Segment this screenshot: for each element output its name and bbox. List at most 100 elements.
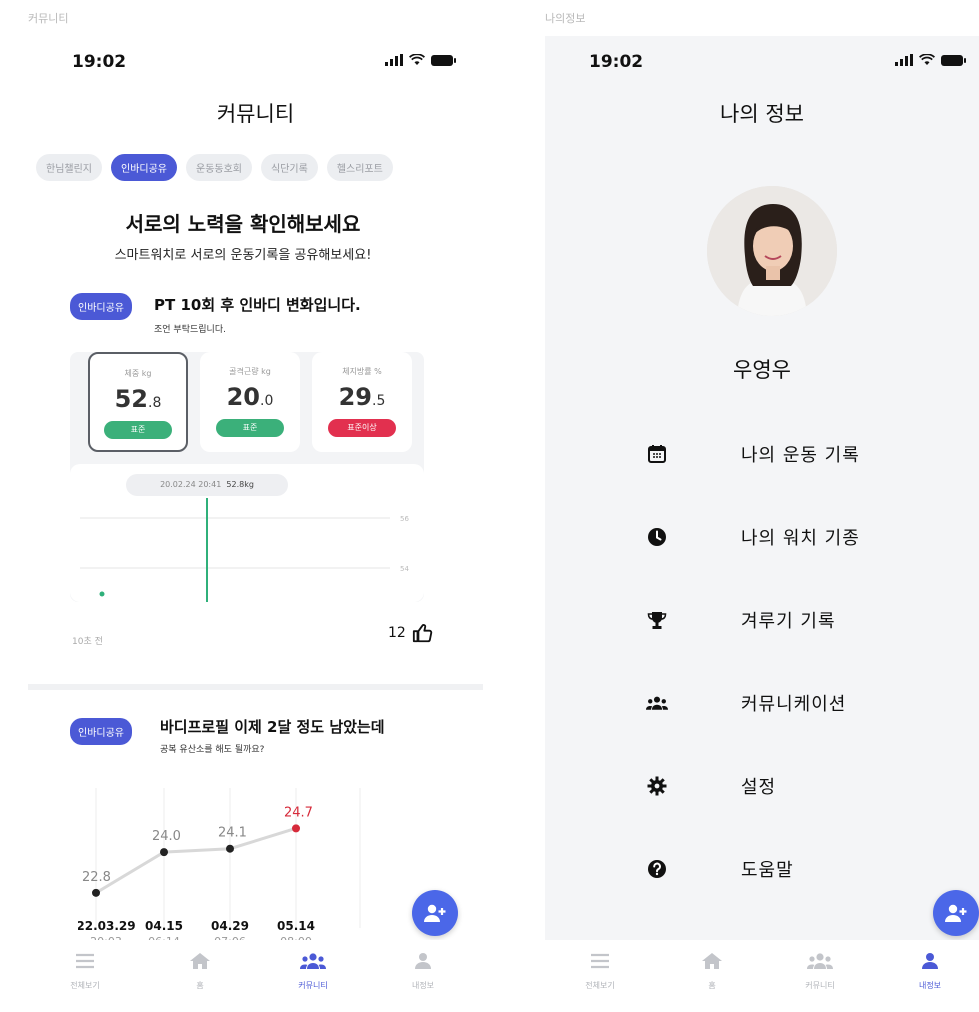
hero-subtitle: 스마트워치로 서로의 운동기록을 공유해보세요! (114, 248, 372, 263)
hero-title: 서로의 노력을 확인해보세요 (125, 212, 361, 236)
add-friend-button[interactable] (412, 890, 458, 936)
post-subtitle: 공복 유산소를 해도 될까요? (160, 745, 265, 755)
clock-icon (645, 525, 669, 549)
community-screen: 19:02 커뮤니티 한님챌린지 인바디공유 운동동호회 식단기록 헬스리포트 서로의 … (28, 36, 483, 1012)
like-button[interactable]: 12 (388, 622, 434, 644)
tab-all[interactable]: 전체보기 (565, 952, 635, 991)
tab-label: 홈 (196, 981, 204, 990)
category-chips: 한님챌린지 인바디공유 운동동호회 식단기록 헬스리포트 (36, 154, 483, 181)
community-frame-label: 커뮤니티 (28, 12, 69, 25)
stat-weight[interactable]: 체중 kg 52.8 표준 (88, 352, 188, 452)
status-time: 19:02 (72, 52, 127, 72)
post-tag[interactable]: 인바디공유 (70, 293, 132, 320)
stat-value: 52.8 (114, 385, 162, 413)
person-icon (922, 953, 938, 969)
calendar-icon (645, 442, 669, 466)
avatar[interactable] (707, 186, 837, 316)
post-divider (28, 684, 483, 690)
data-point[interactable] (226, 844, 234, 853)
y-tick: 54 (400, 565, 409, 573)
menu-label: 겨루기 기록 (741, 611, 836, 632)
stat-label: 골격근량 kg (229, 367, 271, 376)
data-point[interactable] (160, 848, 168, 857)
battery-icon (431, 54, 456, 66)
data-label: 22.8 (82, 870, 111, 885)
person-icon (415, 953, 431, 969)
weight-trend-chart: 20.02.24 20:41 52.8kg 56 54 (70, 464, 424, 602)
trophy-icon (645, 608, 669, 632)
tab-label: 홈 (708, 981, 716, 990)
add-user-icon (424, 904, 446, 922)
category-chip[interactable]: 헬스리포트 (326, 154, 393, 181)
data-label: 24.1 (218, 826, 247, 841)
menu-help[interactable]: 도움말 (645, 849, 945, 889)
stat-muscle[interactable]: 골격근량 kg 20.0 표준 (200, 352, 300, 452)
x-tick-date: 05.14 (277, 919, 315, 933)
menu-label: 도움말 (741, 860, 794, 881)
users-icon (645, 691, 669, 715)
signal-icon (895, 54, 913, 66)
wifi-icon (409, 54, 425, 65)
tab-community[interactable]: 커뮤니티 (278, 952, 348, 991)
thumbs-up-icon (412, 624, 432, 643)
gear-icon (645, 774, 669, 798)
status-badge: 표준 (216, 419, 284, 437)
post-title[interactable]: 바디프로필 이제 2달 정도 남았는데 (160, 716, 385, 737)
menu-label: 커뮤니케이션 (741, 694, 847, 715)
signal-icon (385, 54, 403, 66)
menu-icon (591, 953, 609, 969)
data-label: 24.7 (284, 805, 313, 820)
tab-myinfo[interactable]: 내정보 (388, 952, 458, 991)
page-title: 커뮤니티 (216, 102, 295, 126)
tab-label: 내정보 (918, 981, 942, 990)
x-tick-date: 22.03.29 (78, 919, 136, 933)
add-friend-button[interactable] (933, 890, 979, 936)
tab-all[interactable]: 전체보기 (50, 952, 120, 991)
tab-myinfo[interactable]: 내정보 (895, 952, 965, 991)
category-chip[interactable]: 인바디공유 (111, 154, 177, 181)
stat-bodyfat[interactable]: 체지방률 % 29.5 표준이상 (312, 352, 412, 452)
post-tag[interactable]: 인바디공유 (70, 718, 132, 745)
y-tick: 56 (400, 515, 409, 523)
menu-label: 나의 운동 기록 (741, 445, 860, 466)
status-time: 19:02 (589, 52, 644, 72)
menu-label: 나의 워치 기종 (741, 528, 860, 549)
like-count: 12 (388, 625, 406, 641)
bottom-tab-bar: 전체보기 홈 커뮤니티 내정보 (28, 940, 483, 1012)
data-point[interactable] (99, 591, 105, 597)
status-badge: 표준 (104, 421, 172, 439)
inbody-stats-card: 체중 kg 52.8 표준 골격근량 kg 20.0 표준 체지방률 % 29.… (70, 352, 424, 602)
page-title: 나의 정보 (720, 102, 804, 126)
tab-label: 커뮤니티 (298, 981, 328, 990)
data-point[interactable] (92, 888, 100, 897)
category-chip[interactable]: 운동동호회 (186, 154, 252, 181)
home-icon (702, 953, 722, 969)
inbody-line-chart: 22.822.03.2920:0324.004.1506:1424.104.29… (78, 788, 361, 948)
menu-label: 설정 (741, 777, 777, 798)
myinfo-screen: 19:02 나의 정보 우영우 나의 운동 기록 나의 워치 기종 겨루기 기록… (545, 36, 979, 1012)
tab-label: 내정보 (411, 981, 435, 990)
tab-community[interactable]: 커뮤니티 (785, 952, 855, 991)
menu-settings[interactable]: 설정 (645, 766, 945, 806)
post-time: 10초 전 (72, 637, 103, 647)
tab-label: 커뮤니티 (805, 981, 835, 990)
tab-home[interactable]: 홈 (165, 952, 235, 991)
menu-watch-model[interactable]: 나의 워치 기종 (645, 517, 945, 557)
stat-label: 체중 kg (124, 369, 152, 378)
status-badge: 표준이상 (328, 419, 396, 437)
series-line (95, 826, 297, 895)
users-icon (807, 953, 833, 969)
add-user-icon (945, 904, 967, 922)
tab-home[interactable]: 홈 (677, 952, 747, 991)
menu-communication[interactable]: 커뮤니케이션 (645, 683, 945, 723)
category-chip[interactable]: 한님챌린지 (36, 154, 102, 181)
menu-exercise-log[interactable]: 나의 운동 기록 (645, 434, 945, 474)
stat-label: 체지방률 % (342, 367, 382, 376)
post-title[interactable]: PT 10회 후 인바디 변화입니다. (154, 294, 361, 315)
menu-competition-log[interactable]: 겨루기 기록 (645, 600, 945, 640)
category-chip[interactable]: 식단기록 (261, 154, 318, 181)
myinfo-frame-label: 나의정보 (545, 12, 586, 25)
bottom-tab-bar: 전체보기 홈 커뮤니티 내정보 (545, 940, 979, 1012)
tab-label: 전체보기 (70, 981, 100, 990)
data-point[interactable] (292, 824, 300, 833)
